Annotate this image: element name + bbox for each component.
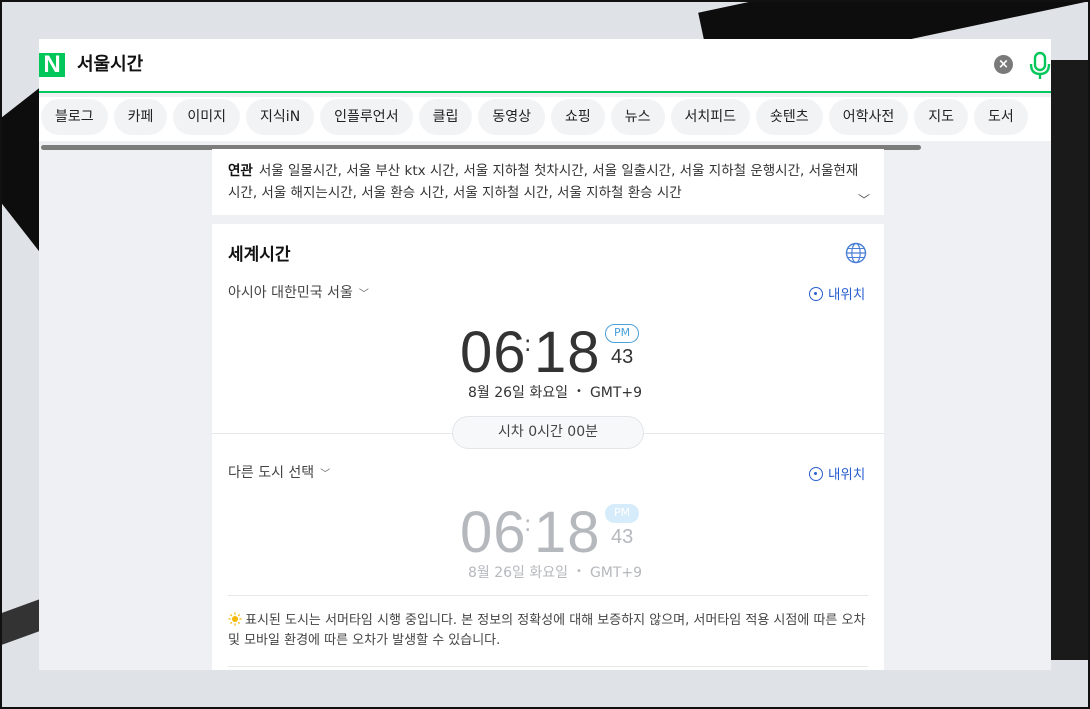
wallpaper-shape: [1050, 60, 1090, 660]
tab-clip[interactable]: 클립: [418, 99, 473, 135]
sun-icon: [228, 612, 242, 626]
primary-clock: 06 : 18 PM 43 8월 26일 화요일 • GMT+9: [212, 324, 884, 414]
secondary-clock: 06 : 18 PM 43 8월 26일 화요일 • GMT+9: [212, 504, 884, 594]
search-bar: N 서울시간 ×: [39, 39, 1051, 93]
location-target-icon: [809, 467, 823, 481]
search-tabs: 블로그 카페 이미지 지식iN 인플루언서 클립 동영상 쇼핑 뉴스 서치피드 숏텐츠 어학사전 지도 도…: [39, 97, 1051, 141]
timezone-text: GMT+9: [589, 385, 643, 401]
time-difference-badge: 시차 0시간 00분: [452, 416, 644, 449]
tab-shopping[interactable]: 쇼핑: [550, 99, 605, 135]
tab-books[interactable]: 도서: [973, 99, 1028, 135]
notice-text: 표시된 도시는 서머타임 시행 중입니다. 본 정보의 정확성에 대해 보증하지…: [228, 613, 866, 648]
secondary-city-label: 다른 도시 선택: [228, 465, 315, 481]
search-input[interactable]: 서울시간: [77, 53, 143, 77]
tab-shortents[interactable]: 숏텐츠: [756, 99, 823, 135]
secondary-city-select[interactable]: 다른 도시 선택 ﹀: [228, 462, 330, 482]
microphone-icon[interactable]: [1029, 51, 1051, 81]
tab-blog[interactable]: 블로그: [41, 99, 108, 135]
date-text: 8월 26일 화요일: [468, 385, 569, 401]
time-separator: :: [524, 332, 532, 357]
my-location-button[interactable]: 내위치: [809, 283, 865, 303]
my-location-label: 내위치: [828, 467, 866, 483]
tab-news[interactable]: 뉴스: [610, 99, 665, 135]
card-bottom-divider: [228, 666, 868, 667]
clear-search-button[interactable]: ×: [994, 55, 1013, 74]
tab-influencer[interactable]: 인플루언서: [320, 99, 413, 135]
tab-cafe[interactable]: 카페: [113, 99, 168, 135]
notice-divider: [228, 595, 868, 596]
tab-map[interactable]: 지도: [914, 99, 968, 135]
related-keywords[interactable]: 서울 일몰시간, 서울 부산 ktx 시간, 서울 지하철 첫차시간, 서울 일…: [228, 163, 858, 201]
ampm-badge: PM: [605, 504, 639, 523]
date-text: 8월 26일 화요일: [468, 565, 569, 581]
minute-digits: 18: [534, 320, 601, 385]
tab-kin[interactable]: 지식iN: [246, 99, 315, 135]
naver-logo[interactable]: N: [39, 53, 65, 77]
primary-city-label: 아시아 대한민국 서울: [228, 285, 353, 301]
browser-page: N 서울시간 × 블로그 카페 이미지 지식iN 인플루언서 클립 동영상 쇼핑 뉴스 서치피드 숏…: [39, 39, 1051, 670]
tab-video[interactable]: 동영상: [478, 99, 545, 135]
daylight-saving-notice: 표시된 도시는 서머타임 시행 중입니다. 본 정보의 정확성에 대해 보증하지…: [228, 611, 868, 651]
related-title: 연관: [228, 163, 253, 179]
chevron-down-icon[interactable]: ﹀: [858, 189, 870, 211]
second-digits: 43: [611, 526, 634, 548]
my-location-button-secondary[interactable]: 내위치: [809, 463, 865, 483]
timezone-text: GMT+9: [589, 565, 643, 581]
globe-icon[interactable]: [845, 242, 867, 264]
separator-dot: •: [576, 566, 582, 577]
date-line: 8월 26일 화요일 • GMT+9: [468, 562, 642, 582]
time-separator: :: [524, 512, 532, 537]
minute-digits: 18: [534, 500, 601, 565]
date-line: 8월 26일 화요일 • GMT+9: [468, 382, 642, 402]
tab-image[interactable]: 이미지: [173, 99, 241, 135]
separator-dot: •: [576, 386, 582, 397]
hour-digits: 06: [460, 320, 527, 385]
second-digits: 43: [611, 346, 634, 368]
ampm-badge: PM: [605, 324, 639, 343]
world-time-card: 세계시간 아시아 대한민국 서울 ﹀ 내위치 06 : 18 PM 43 8월 2…: [212, 224, 884, 670]
chevron-down-icon: ﹀: [320, 469, 331, 480]
primary-city-select[interactable]: 아시아 대한민국 서울 ﹀: [228, 282, 369, 302]
world-time-title: 세계시간: [228, 245, 291, 265]
related-searches-card: 연관 서울 일몰시간, 서울 부산 ktx 시간, 서울 지하철 첫차시간, 서울…: [212, 149, 884, 215]
tab-dictionary[interactable]: 어학사전: [828, 99, 909, 135]
location-target-icon: [809, 287, 823, 301]
my-location-label: 내위치: [828, 287, 866, 303]
chevron-down-icon: ﹀: [358, 289, 369, 300]
tab-searchfeed[interactable]: 서치피드: [670, 99, 751, 135]
hour-digits: 06: [460, 500, 527, 565]
